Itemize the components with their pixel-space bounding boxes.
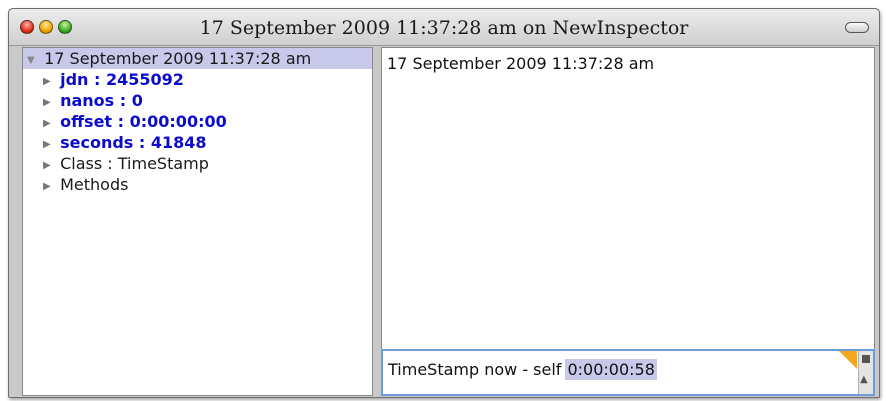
triangle-right-icon[interactable]: ▶	[43, 134, 55, 155]
evaluator-input[interactable]: TimeStamp now - self 0:00:00:58	[388, 359, 657, 380]
scroll-up-icon[interactable]: ▲	[860, 375, 868, 385]
tree-root-row[interactable]: ▼ 17 September 2009 11:37:28 am	[23, 48, 372, 69]
evaluator-scrollbar[interactable]: ▲	[858, 351, 873, 394]
tree-item-label: Methods	[60, 175, 129, 194]
tree-item-class[interactable]: ▶ Class : TimeStamp	[43, 153, 209, 174]
tree-item-label: seconds : 41848	[60, 133, 207, 152]
triangle-down-icon[interactable]: ▼	[27, 50, 39, 71]
tree-item-offset[interactable]: ▶ offset : 0:00:00:00	[43, 111, 227, 132]
tree-item-methods[interactable]: ▶ Methods	[43, 174, 128, 195]
triangle-right-icon[interactable]: ▶	[43, 155, 55, 176]
tree-item-seconds[interactable]: ▶ seconds : 41848	[43, 132, 207, 153]
evaluator-pane[interactable]: TimeStamp now - self 0:00:00:58 ▲	[381, 349, 875, 396]
resize-corner-icon	[839, 351, 857, 369]
evaluator-result: 0:00:00:58	[565, 359, 657, 380]
detail-pane[interactable]: 17 September 2009 11:37:28 am	[381, 47, 875, 350]
triangle-right-icon[interactable]: ▶	[43, 113, 55, 134]
tree-item-nanos[interactable]: ▶ nanos : 0	[43, 90, 143, 111]
tree-root-label: 17 September 2009 11:37:28 am	[44, 49, 312, 68]
title-bar[interactable]: 17 September 2009 11:37:28 am on NewInsp…	[9, 9, 879, 46]
tree-pane[interactable]: ▼ 17 September 2009 11:37:28 am ▶ jdn : …	[22, 47, 373, 396]
triangle-right-icon[interactable]: ▶	[43, 176, 55, 197]
triangle-right-icon[interactable]: ▶	[43, 71, 55, 92]
triangle-right-icon[interactable]: ▶	[43, 92, 55, 113]
evaluator-code: TimeStamp now - self	[388, 360, 562, 379]
detail-text[interactable]: 17 September 2009 11:37:28 am	[387, 54, 654, 73]
tree-item-jdn[interactable]: ▶ jdn : 2455092	[43, 69, 184, 90]
scroll-thumb[interactable]	[862, 355, 870, 363]
window-title: 17 September 2009 11:37:28 am on NewInsp…	[199, 17, 689, 39]
tree-item-label: jdn : 2455092	[60, 70, 184, 89]
inspector-window: 17 September 2009 11:37:28 am on NewInsp…	[8, 8, 880, 398]
tree-item-label: nanos : 0	[60, 91, 143, 110]
tree-item-label: offset : 0:00:00:00	[60, 112, 227, 131]
collapse-pill-button[interactable]	[845, 22, 869, 33]
tree-item-label: Class : TimeStamp	[60, 154, 209, 173]
